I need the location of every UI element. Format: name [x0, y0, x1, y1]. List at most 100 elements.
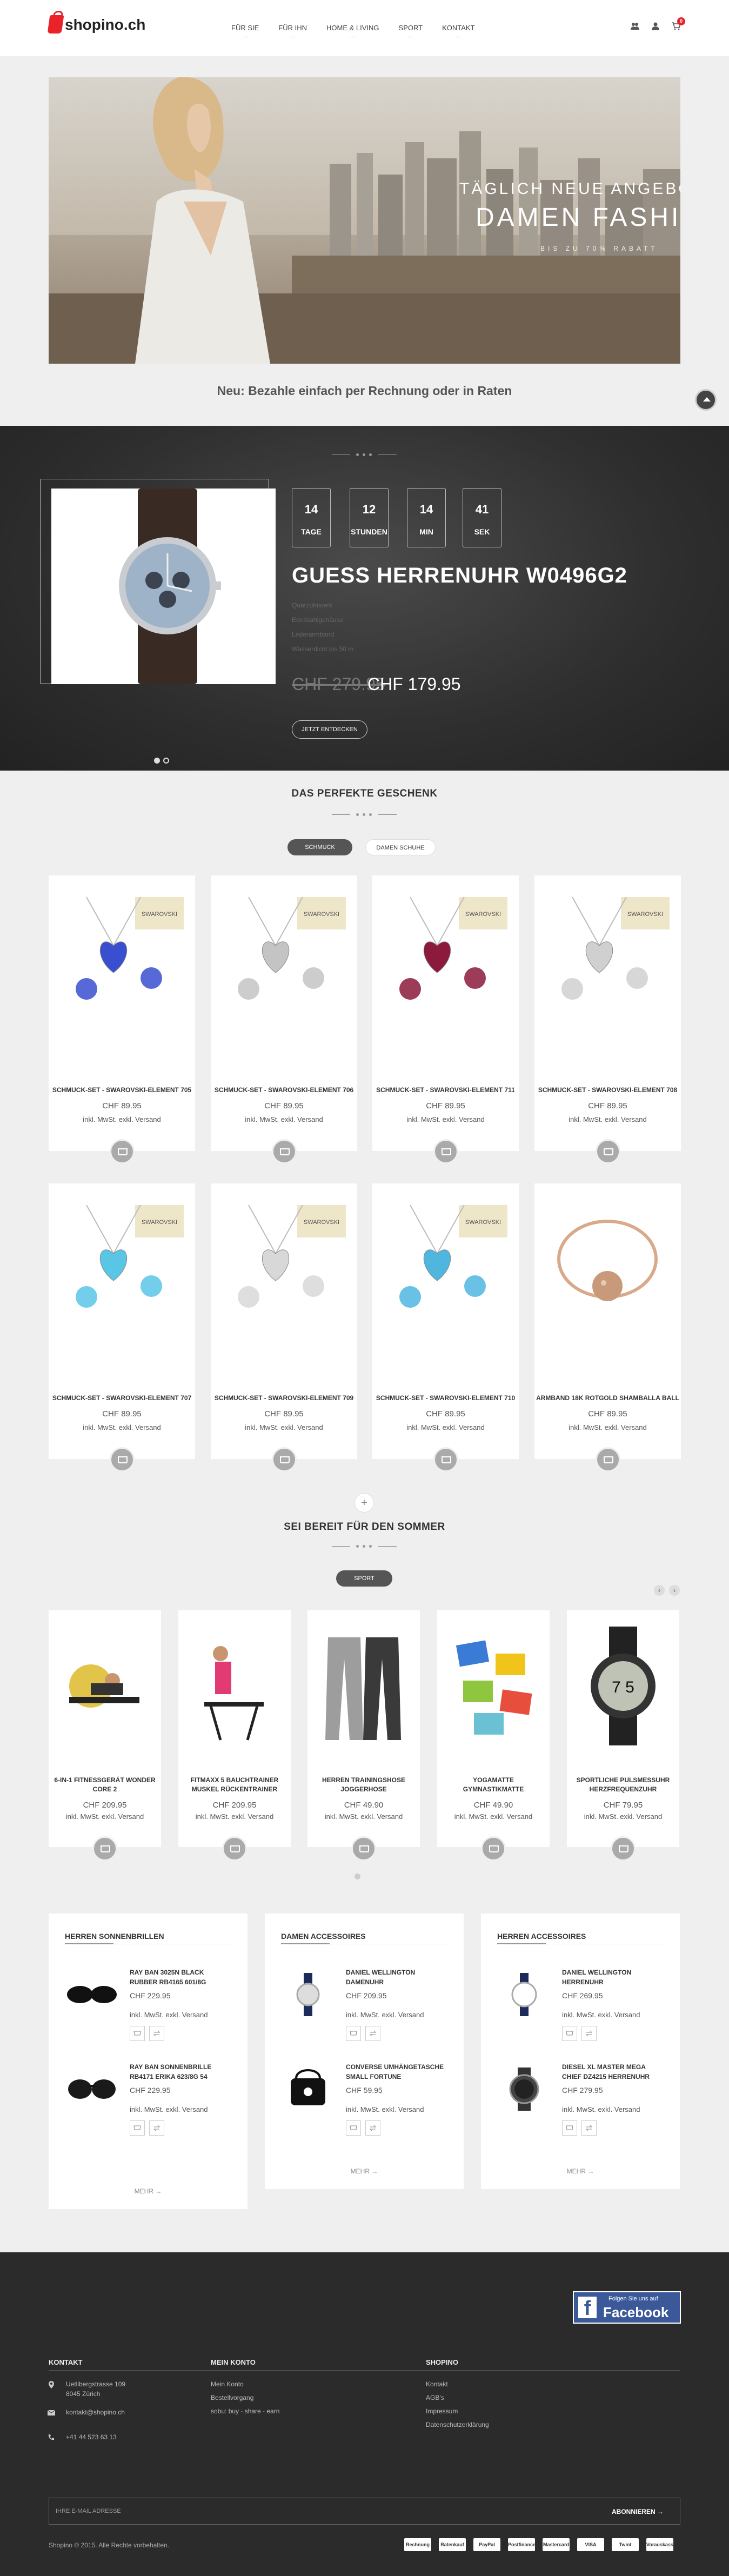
compare-button[interactable]: [581, 2120, 597, 2136]
add-to-cart-button[interactable]: [433, 1139, 458, 1164]
user-icon[interactable]: [651, 22, 660, 30]
scroll-top-button[interactable]: [695, 389, 717, 411]
footer-link-sobu[interactable]: sobu: buy - share - earn: [211, 2407, 279, 2415]
box-item-name[interactable]: Ray Ban 3025N Black Rubber RB4165 601/8G: [130, 1968, 232, 1987]
box-item-image[interactable]: [64, 2068, 120, 2111]
plus-icon[interactable]: +: [355, 1493, 374, 1513]
product-card[interactable]: Armband 18K Rotgold Shamballa Ball CHF 89…: [534, 1183, 681, 1472]
product-name[interactable]: Schmuck-Set - Swarovski-Element 706: [211, 1086, 357, 1094]
newsletter-email-input[interactable]: Ihre E-Mail Adresse: [56, 2508, 121, 2514]
product-card[interactable]: SWAROVSKI Schmuck-Set - Swarovski-Element…: [534, 875, 681, 1164]
box-item-name[interactable]: Ray Ban Sonnenbrille RB4171 Erika 623/8G…: [130, 2062, 232, 2082]
product-name[interactable]: Schmuck-Set - Swarovski-Element 711: [372, 1086, 519, 1094]
email-link[interactable]: kontakt@shopino.ch: [66, 2408, 125, 2416]
product-name[interactable]: Herren Trainingshose Joggerhose: [313, 1776, 414, 1794]
product-card[interactable]: 6-in-1 Fitnessgerät Wonder Core 2 CHF 209…: [49, 1610, 161, 1861]
footer-link-kontakt[interactable]: Kontakt: [426, 2380, 448, 2388]
add-to-cart-button[interactable]: [272, 1447, 297, 1472]
product-card[interactable]: Herren Trainingshose Joggerhose CHF 49.90…: [307, 1610, 420, 1861]
facebook-follow-button[interactable]: f Folgen Sie uns auf Facebook: [573, 2291, 681, 2324]
add-to-cart-button[interactable]: [110, 1447, 135, 1472]
product-name[interactable]: Sportliche Pulsmessuhr Herzfrequenzuhr: [572, 1776, 674, 1794]
compare-button[interactable]: [365, 2026, 380, 2041]
add-to-cart-button[interactable]: [130, 2026, 145, 2041]
product-card[interactable]: Yogamatte Gymnastikmatte CHF 49.90 inkl. M…: [437, 1610, 550, 1861]
product-image[interactable]: [183, 1621, 286, 1751]
add-to-cart-button[interactable]: [130, 2120, 145, 2136]
slider-dot[interactable]: [163, 758, 169, 764]
box-item-name[interactable]: Diesel XL Master Mega Chief DZ4215 Herre…: [562, 2062, 665, 2082]
product-card[interactable]: SWAROVSKI Schmuck-Set - Swarovski-Element…: [372, 1183, 519, 1472]
box-item-name[interactable]: Daniel Wellington Damenuhr: [346, 1968, 449, 1987]
deal-discover-button[interactable]: Jetzt entdecken: [292, 720, 367, 739]
product-image[interactable]: SWAROVSKI: [216, 1194, 352, 1319]
nav-item-sport[interactable]: Sport: [389, 24, 433, 37]
box-more-link[interactable]: Mehr →: [49, 2187, 248, 2195]
product-card[interactable]: Fitmaxx 5 Bauchtrainer Muskel Rückentrai…: [178, 1610, 291, 1861]
product-name[interactable]: Fitmaxx 5 Bauchtrainer Muskel Rückentrai…: [184, 1776, 285, 1794]
tab-schmuck[interactable]: Schmuck: [287, 839, 352, 855]
footer-link-impressum[interactable]: Impressum: [426, 2407, 458, 2415]
footer-link-mein-konto[interactable]: Mein Konto: [211, 2380, 244, 2388]
box-more-link[interactable]: Mehr →: [481, 2167, 680, 2175]
nav-item-fuer-ihn[interactable]: Für Ihn: [269, 24, 317, 37]
add-to-cart-button[interactable]: [433, 1447, 458, 1472]
tab-sport[interactable]: Sport: [336, 1570, 392, 1587]
box-item-image[interactable]: [280, 2068, 336, 2111]
product-card[interactable]: SWAROVSKI Schmuck-Set - Swarovski-Element…: [372, 875, 519, 1164]
product-name[interactable]: Yogamatte Gymnastikmatte: [443, 1776, 544, 1794]
hero-banner[interactable]: Täglich neue Angebote Damen Fashion bis …: [49, 77, 680, 364]
box-more-link[interactable]: Mehr →: [265, 2167, 464, 2175]
product-image[interactable]: SWAROVSKI: [216, 886, 352, 1011]
newsletter-subscribe-button[interactable]: Abonnieren →: [612, 2508, 664, 2515]
add-to-cart-button[interactable]: [346, 2120, 361, 2136]
product-image[interactable]: [540, 1194, 676, 1319]
add-to-cart-button[interactable]: [481, 1836, 506, 1861]
product-name[interactable]: Schmuck-Set - Swarovski-Element 710: [372, 1394, 519, 1402]
product-card[interactable]: SWAROVSKI Schmuck-Set - Swarovski-Element…: [211, 1183, 357, 1472]
product-image[interactable]: [442, 1621, 545, 1751]
product-image[interactable]: SWAROVSKI: [54, 886, 190, 1011]
product-image[interactable]: [312, 1621, 416, 1751]
product-card[interactable]: SWAROVSKI Schmuck-Set - Swarovski-Element…: [49, 1183, 195, 1472]
product-name[interactable]: Schmuck-Set - Swarovski-Element 708: [534, 1086, 681, 1094]
box-item-image[interactable]: [280, 1973, 336, 2016]
product-name[interactable]: Schmuck-Set - Swarovski-Element 707: [49, 1394, 195, 1402]
product-card[interactable]: SWAROVSKI Schmuck-Set - Swarovski-Element…: [49, 875, 195, 1164]
tab-damen-schuhe[interactable]: Damen Schuhe: [365, 839, 436, 855]
add-to-cart-button[interactable]: [346, 2026, 361, 2041]
add-to-cart-button[interactable]: [92, 1836, 117, 1861]
box-item-image[interactable]: [496, 1973, 552, 2016]
add-to-cart-button[interactable]: [351, 1836, 376, 1861]
box-item-image[interactable]: [64, 1973, 120, 2016]
product-image[interactable]: [53, 1621, 157, 1751]
add-to-cart-button[interactable]: [611, 1836, 636, 1861]
product-name[interactable]: Armband 18K Rotgold Shamballa Ball: [534, 1394, 681, 1402]
phone-number[interactable]: +41 44 523 63 13: [66, 2433, 117, 2441]
add-to-cart-button[interactable]: [596, 1139, 620, 1164]
product-name[interactable]: 6-in-1 Fitnessgerät Wonder Core 2: [54, 1776, 156, 1794]
add-to-cart-button[interactable]: [110, 1139, 135, 1164]
chevron-right-icon[interactable]: ›: [669, 1585, 680, 1596]
nav-item-kontakt[interactable]: Kontakt: [432, 24, 484, 37]
users-icon[interactable]: [631, 22, 639, 30]
add-to-cart-button[interactable]: [562, 2120, 577, 2136]
product-image[interactable]: SWAROVSKI: [378, 886, 513, 1011]
compare-button[interactable]: [581, 2026, 597, 2041]
product-name[interactable]: Schmuck-Set - Swarovski-Element 709: [211, 1394, 357, 1402]
add-to-cart-button[interactable]: [596, 1447, 620, 1472]
compare-button[interactable]: [149, 2120, 164, 2136]
nav-item-fuer-sie[interactable]: Für Sie: [222, 24, 269, 37]
deal-product-image[interactable]: [51, 489, 276, 684]
product-image[interactable]: 7 5: [571, 1621, 675, 1751]
footer-link-agb[interactable]: AGB's: [426, 2394, 444, 2401]
nav-item-home-living[interactable]: Home & Living: [317, 24, 389, 37]
add-to-cart-button[interactable]: [562, 2026, 577, 2041]
product-image[interactable]: SWAROVSKI: [540, 886, 676, 1011]
cart-icon[interactable]: 0: [672, 17, 685, 30]
product-card[interactable]: 7 5 Sportliche Pulsmessuhr Herzfrequenzuh…: [567, 1610, 679, 1861]
chevron-left-icon[interactable]: ‹: [654, 1585, 665, 1596]
add-to-cart-button[interactable]: [222, 1836, 247, 1861]
product-card[interactable]: SWAROVSKI Schmuck-Set - Swarovski-Element…: [211, 875, 357, 1164]
product-image[interactable]: SWAROVSKI: [54, 1194, 190, 1319]
